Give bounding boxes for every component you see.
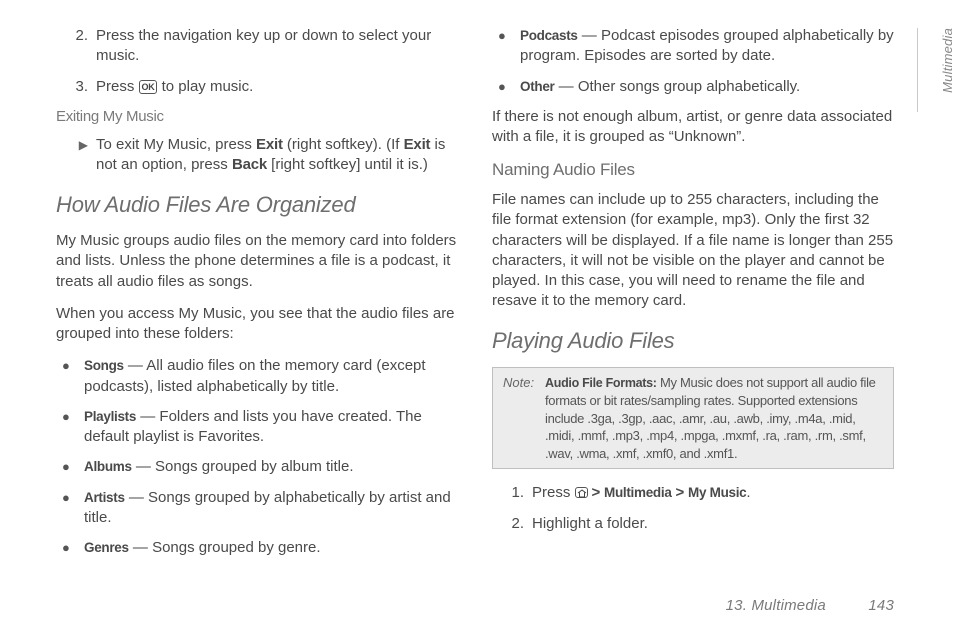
folder-text: Genres — Songs grouped by genre. bbox=[84, 538, 458, 558]
note-label: Note: bbox=[503, 374, 545, 462]
heading-how-organized: How Audio Files Are Organized bbox=[56, 190, 458, 220]
bullet-icon: ● bbox=[492, 26, 520, 67]
bullet-icon: ● bbox=[56, 407, 84, 448]
t-bold: Albums bbox=[84, 459, 132, 474]
step-text-post: to play music. bbox=[157, 78, 253, 95]
heading-playing: Playing Audio Files bbox=[492, 326, 894, 356]
triangle-bullet-icon: ▶ bbox=[56, 135, 96, 176]
t: — Songs grouped by genre. bbox=[129, 539, 321, 556]
t: Press bbox=[532, 484, 575, 501]
body-paragraph: My Music groups audio files on the memor… bbox=[56, 231, 458, 292]
home-key-icon bbox=[575, 487, 588, 498]
step-number: 2. bbox=[492, 514, 532, 534]
exit-text: To exit My Music, press Exit (right soft… bbox=[96, 135, 458, 176]
t-bold: Genres bbox=[84, 540, 129, 555]
exit-instruction: ▶ To exit My Music, press Exit (right so… bbox=[56, 135, 458, 176]
t: — Songs grouped by alphabetically by art… bbox=[84, 489, 451, 526]
t-bold: Multimedia bbox=[604, 485, 672, 500]
bullet-icon: ● bbox=[492, 77, 520, 97]
step-text: Press OK to play music. bbox=[96, 77, 458, 97]
t-bold: Playlists bbox=[84, 409, 136, 424]
steps-continued: 2. Press the navigation key up or down t… bbox=[56, 26, 458, 97]
folder-text: Other — Other songs group alphabetically… bbox=[520, 77, 894, 97]
folder-item-genres: ● Genres — Songs grouped by genre. bbox=[56, 538, 458, 558]
folder-list: ● Songs — All audio files on the memory … bbox=[56, 356, 458, 558]
step-text: Highlight a folder. bbox=[532, 514, 894, 534]
side-rule bbox=[917, 28, 918, 112]
step-item: 3. Press OK to play music. bbox=[56, 77, 458, 97]
t: . bbox=[746, 484, 750, 501]
folder-text: Playlists — Folders and lists you have c… bbox=[84, 407, 458, 448]
step-item: 1. Press > Multimedia > My Music. bbox=[492, 483, 894, 503]
folder-text: Podcasts — Podcast episodes grouped alph… bbox=[520, 26, 894, 67]
step-text: Press the navigation key up or down to s… bbox=[96, 26, 458, 67]
folder-item-other: ● Other — Other songs group alphabetical… bbox=[492, 77, 894, 97]
note-body: Audio File Formats: My Music does not su… bbox=[545, 374, 883, 462]
footer-page-number: 143 bbox=[868, 597, 894, 614]
bullet-icon: ● bbox=[56, 356, 84, 397]
folder-item-podcasts: ● Podcasts — Podcast episodes grouped al… bbox=[492, 26, 894, 67]
step-text: Press > Multimedia > My Music. bbox=[532, 483, 894, 503]
body-paragraph: When you access My Music, you see that t… bbox=[56, 304, 458, 345]
subheading-exiting: Exiting My Music bbox=[56, 107, 458, 127]
t-bold: Songs bbox=[84, 358, 124, 373]
t-sep: > bbox=[588, 484, 605, 501]
note-box: Note: Audio File Formats: My Music does … bbox=[492, 367, 894, 469]
t: [right softkey] until it is.) bbox=[267, 156, 428, 173]
subheading-naming: Naming Audio Files bbox=[492, 159, 894, 182]
step-number: 2. bbox=[56, 26, 96, 67]
step-item: 2. Press the navigation key up or down t… bbox=[56, 26, 458, 67]
left-column: 2. Press the navigation key up or down t… bbox=[56, 26, 458, 568]
footer-chapter: 13. Multimedia bbox=[726, 597, 826, 614]
bullet-icon: ● bbox=[56, 488, 84, 529]
folder-item-playlists: ● Playlists — Folders and lists you have… bbox=[56, 407, 458, 448]
side-tab-label: Multimedia bbox=[939, 28, 954, 93]
manual-page: Multimedia 2. Press the navigation key u… bbox=[0, 0, 954, 636]
t: — All audio files on the memory card (ex… bbox=[84, 357, 426, 394]
folder-list-continued: ● Podcasts — Podcast episodes grouped al… bbox=[492, 26, 894, 97]
playing-steps: 1. Press > Multimedia > My Music. 2. Hig… bbox=[492, 483, 894, 534]
t-bold: My Music bbox=[688, 485, 746, 500]
folder-text: Songs — All audio files on the memory ca… bbox=[84, 356, 458, 397]
step-text-pre: Press bbox=[96, 78, 139, 95]
t-bold: Audio File Formats: bbox=[545, 376, 657, 390]
right-column: ● Podcasts — Podcast episodes grouped al… bbox=[492, 26, 894, 568]
t: — Songs grouped by album title. bbox=[132, 458, 354, 475]
folder-text: Artists — Songs grouped by alphabeticall… bbox=[84, 488, 458, 529]
folder-text: Albums — Songs grouped by album title. bbox=[84, 457, 458, 477]
bullet-icon: ● bbox=[56, 457, 84, 477]
t-sep: > bbox=[672, 484, 689, 501]
t-bold: Back bbox=[232, 156, 267, 173]
t: (right softkey). (If bbox=[283, 136, 404, 153]
folder-item-songs: ● Songs — All audio files on the memory … bbox=[56, 356, 458, 397]
t-bold: Other bbox=[520, 79, 555, 94]
ok-key-icon: OK bbox=[139, 80, 158, 94]
folder-item-albums: ● Albums — Songs grouped by album title. bbox=[56, 457, 458, 477]
folder-item-artists: ● Artists — Songs grouped by alphabetica… bbox=[56, 488, 458, 529]
step-item: 2. Highlight a folder. bbox=[492, 514, 894, 534]
body-paragraph: File names can include up to 255 charact… bbox=[492, 190, 894, 312]
exit-instruction-list: ▶ To exit My Music, press Exit (right so… bbox=[56, 135, 458, 176]
step-number: 1. bbox=[492, 483, 532, 503]
body-paragraph: If there is not enough album, artist, or… bbox=[492, 107, 894, 148]
t-bold: Artists bbox=[84, 490, 125, 505]
page-footer: 13. Multimedia 143 bbox=[726, 596, 894, 616]
t: — Other songs group alphabetically. bbox=[555, 78, 801, 95]
t-bold: Exit bbox=[256, 136, 283, 153]
t-bold: Exit bbox=[404, 136, 431, 153]
bullet-icon: ● bbox=[56, 538, 84, 558]
t-bold: Podcasts bbox=[520, 28, 578, 43]
step-number: 3. bbox=[56, 77, 96, 97]
t: To exit My Music, press bbox=[96, 136, 256, 153]
